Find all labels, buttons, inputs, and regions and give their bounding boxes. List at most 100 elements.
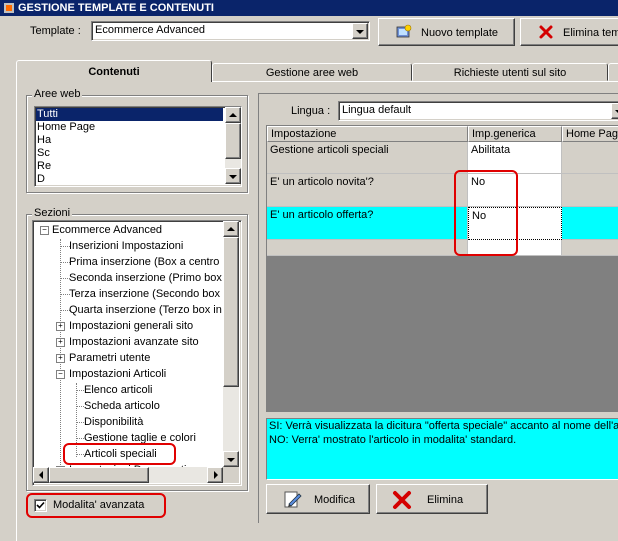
tab-contenuti-label: Contenuti (88, 66, 140, 78)
column-header[interactable]: Imp.generica (468, 126, 562, 142)
column-header[interactable]: Impostazione (267, 126, 468, 142)
new-template-button[interactable]: Nuovo template (378, 18, 515, 46)
tab-richieste-utenti[interactable]: Richieste utenti sul sito (412, 63, 608, 81)
tree-item[interactable]: Prima inserzione (Box a centro pa (69, 254, 235, 270)
tree-line (76, 390, 84, 391)
delete-icon (539, 25, 553, 39)
template-combo[interactable]: Ecommerce Advanced (91, 21, 370, 41)
tab-contenuti[interactable]: Contenuti (16, 60, 212, 82)
modifica-button[interactable]: Modifica (266, 484, 370, 514)
template-dropdown-button[interactable] (352, 23, 368, 39)
table-cell-empty (562, 240, 618, 256)
tree-item[interactable]: Quarta inserzione (Terzo box in b (69, 302, 231, 318)
lingua-label: Lingua : (291, 105, 331, 117)
lingua-dropdown-button[interactable] (611, 103, 618, 119)
template-value: Ecommerce Advanced (95, 24, 206, 36)
delete-template-label: Elimina temp (563, 27, 618, 39)
tree-item[interactable]: Seconda inserzione (Primo box in (69, 270, 233, 286)
aree-web-scrollbar[interactable] (225, 107, 241, 184)
scroll-thumb[interactable] (225, 123, 241, 159)
scroll-thumb[interactable] (49, 467, 149, 483)
app-icon (4, 3, 14, 13)
aree-web-list[interactable]: Tutti Home Page Ha Sc Re D (34, 106, 242, 187)
annotation-box (454, 170, 518, 256)
chevron-left-icon (39, 471, 43, 479)
chevron-down-icon (229, 175, 237, 179)
table-row[interactable]: Gestione articoli speciali (267, 142, 468, 174)
scroll-up-button[interactable] (223, 221, 239, 237)
scroll-right-button[interactable] (207, 467, 223, 483)
scroll-down-button[interactable] (225, 168, 241, 184)
tree-item[interactable]: Parametri utente (69, 350, 150, 366)
expand-icon[interactable]: + (56, 338, 65, 347)
tab-gestione-aree-web[interactable]: Gestione aree web (212, 63, 412, 81)
table-cell[interactable] (562, 207, 618, 240)
scroll-down-button[interactable] (223, 451, 239, 467)
scroll-thumb[interactable] (223, 237, 239, 387)
table-cell[interactable] (562, 174, 618, 207)
table-row-empty (267, 240, 468, 256)
annotation-box (63, 443, 176, 465)
scroll-corner (223, 467, 239, 483)
list-item[interactable]: Ha (37, 134, 51, 147)
window-title: GESTIONE TEMPLATE E CONTENUTI (18, 2, 214, 14)
chevron-down-icon (227, 458, 235, 462)
tab-overflow[interactable] (608, 63, 618, 81)
tree-item[interactable]: Scheda articolo (84, 398, 160, 414)
elimina-button[interactable]: Elimina (376, 484, 488, 514)
description-line-1: SI: Verrà visualizzata la dicitura "offe… (269, 420, 618, 432)
aree-web-label: Aree web (32, 88, 83, 100)
chevron-up-icon (227, 227, 235, 231)
tab-richieste-utenti-label: Richieste utenti sul sito (453, 67, 567, 79)
description-line-2: NO: Verra' mostrato l'articolo in modali… (269, 434, 517, 446)
sezioni-vscrollbar[interactable] (223, 221, 239, 467)
sezioni-hscrollbar[interactable] (33, 467, 223, 483)
tree-item[interactable]: Impostazioni avanzate sito (69, 334, 199, 350)
collapse-icon[interactable]: − (56, 370, 65, 379)
description-box: SI: Verrà visualizzata la dicitura "offe… (266, 418, 618, 480)
chevron-down-icon (356, 30, 364, 34)
tree-item[interactable]: Impostazioni generali sito (69, 318, 193, 334)
modifica-label: Modifica (314, 494, 355, 506)
list-item[interactable]: D (37, 173, 45, 186)
list-item[interactable]: Re (37, 160, 51, 173)
collapse-icon[interactable]: − (40, 226, 49, 235)
delete-icon (393, 491, 411, 509)
tree-line (76, 406, 84, 407)
table-row[interactable]: E' un articolo novita'? (267, 174, 468, 207)
tree-item[interactable]: Inserizioni Impostazioni (69, 238, 183, 254)
list-item[interactable]: Sc (37, 147, 50, 160)
chevron-right-icon (214, 471, 218, 479)
tree-item-root[interactable]: Ecommerce Advanced (52, 222, 162, 238)
edit-icon (284, 491, 302, 508)
selection-highlight (36, 108, 223, 121)
elimina-label: Elimina (427, 494, 464, 506)
delete-template-button[interactable]: Elimina temp (520, 18, 618, 46)
expand-icon[interactable]: + (56, 322, 65, 331)
lingua-combo[interactable]: Lingua default (338, 101, 618, 121)
table-cell[interactable] (562, 142, 618, 174)
new-template-icon (396, 24, 412, 38)
new-template-label: Nuovo template (421, 27, 499, 39)
annotation-box (26, 493, 166, 518)
list-item[interactable]: Home Page (37, 121, 95, 134)
tree-item[interactable]: Disponibilità (84, 414, 143, 430)
title-bar: GESTIONE TEMPLATE E CONTENUTI (0, 0, 618, 16)
table-row-selected[interactable]: E' un articolo offerta? (267, 207, 468, 240)
sezioni-label: Sezioni (32, 207, 73, 219)
column-header[interactable]: Home Page (562, 126, 618, 142)
scroll-up-button[interactable] (225, 107, 241, 123)
tree-item[interactable]: Terza inserzione (Secondo box in (69, 286, 232, 302)
tab-gestione-aree-web-label: Gestione aree web (265, 67, 359, 79)
scroll-left-button[interactable] (33, 467, 49, 483)
tree-item[interactable]: Impostazioni Articoli (69, 366, 166, 382)
tree-item[interactable]: Elenco articoli (84, 382, 152, 398)
settings-grid[interactable]: Impostazione Imp.generica Home Page Gest… (266, 125, 618, 412)
list-item[interactable]: Tutti (37, 108, 58, 121)
lingua-value: Lingua default (342, 104, 412, 116)
tree-line (76, 438, 84, 439)
expand-icon[interactable]: + (56, 354, 65, 363)
template-label: Template : (30, 25, 81, 37)
chevron-up-icon (229, 113, 237, 117)
tree-line (76, 422, 84, 423)
